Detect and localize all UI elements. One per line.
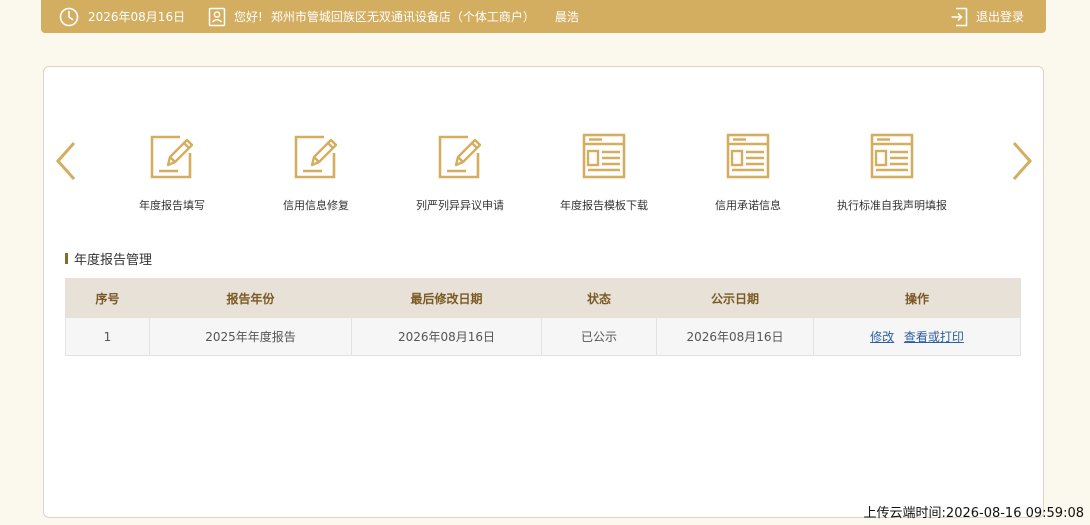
menu-item-annual-report[interactable]: 年度报告填写: [97, 133, 247, 215]
menu-item-label: 列严列异异议申请: [416, 199, 504, 212]
menu-item-credit-repair[interactable]: 信用信息修复: [241, 133, 391, 215]
menu-item-credit-commitment[interactable]: 信用承诺信息: [673, 133, 823, 215]
column-header: 状态: [541, 278, 657, 318]
edit-icon: [438, 135, 482, 179]
chevron-right-icon: [1012, 142, 1033, 180]
column-header: 公示日期: [656, 278, 814, 318]
column-header: 序号: [65, 278, 150, 318]
chevron-left-icon: [55, 142, 76, 180]
logout-icon: [950, 7, 968, 27]
form-icon: [582, 133, 626, 179]
modify-link[interactable]: 修改: [870, 330, 894, 344]
annual-report-table: 序号 报告年份 最后修改日期 状态 公示日期 操作 1 2025年年度报告 20…: [65, 278, 1021, 356]
cell-modified-date: 2026年08月16日: [351, 317, 542, 356]
section-marker: [65, 252, 68, 264]
menu-item-label: 信用信息修复: [283, 199, 349, 212]
company-name: 郑州市管城回族区无双通讯设备店（个体工商户）: [270, 10, 535, 24]
main-panel: 年度报告填写 信用信息修复 列严列异异议申请 年度报告模板下载 信用承诺信息 执…: [43, 66, 1044, 518]
section-title-text: 年度报告管理: [74, 252, 153, 268]
menu-item-label: 年度报告填写: [139, 199, 205, 212]
menu-item-label: 执行标准自我声明填报: [837, 199, 947, 212]
user-info: 您好! 郑州市管城回族区无双通讯设备店（个体工商户） 晨浩: [208, 0, 579, 33]
upload-time-label: 上传云端时间:2026-08-16 09:59:08: [863, 506, 1084, 521]
menu-item-objection-apply[interactable]: 列严列异异议申请: [385, 133, 535, 215]
user-name: 晨浩: [554, 10, 579, 24]
greeting-text: 您好!: [234, 10, 263, 24]
menu-item-label: 年度报告模板下载: [560, 199, 648, 212]
view-print-link[interactable]: 查看或打印: [904, 330, 964, 344]
carousel-next-button[interactable]: [1008, 140, 1036, 182]
clock-icon: [59, 7, 79, 27]
cell-report-year: 2025年年度报告: [149, 317, 352, 356]
date-display: 2026年08月16日: [59, 0, 185, 33]
table-row: 1 2025年年度报告 2026年08月16日 已公示 2026年08月16日 …: [65, 317, 1021, 356]
user-card-icon: [208, 7, 226, 27]
section-title: 年度报告管理: [65, 249, 153, 268]
current-date: 2026年08月16日: [88, 10, 186, 24]
form-icon: [726, 133, 770, 179]
column-header: 最后修改日期: [351, 278, 542, 318]
menu-item-standard-declaration[interactable]: 执行标准自我声明填报: [817, 133, 967, 215]
column-header: 操作: [813, 278, 1021, 318]
carousel-prev-button[interactable]: [52, 140, 80, 182]
column-header: 报告年份: [149, 278, 352, 318]
edit-icon: [150, 135, 194, 179]
menu-item-label: 信用承诺信息: [715, 199, 781, 212]
menu-item-template-download[interactable]: 年度报告模板下载: [529, 133, 679, 215]
logout-label: 退出登录: [975, 10, 1024, 24]
cell-publish-date: 2026年08月16日: [656, 317, 814, 356]
logout-button[interactable]: 退出登录: [950, 0, 1024, 33]
table-header-row: 序号 报告年份 最后修改日期 状态 公示日期 操作: [65, 278, 1021, 318]
form-icon: [870, 133, 914, 179]
edit-icon: [294, 135, 338, 179]
cell-status: 已公示: [541, 317, 657, 356]
cell-actions: 修改 查看或打印: [813, 317, 1021, 356]
cell-index: 1: [65, 317, 150, 356]
top-bar: 2026年08月16日 您好! 郑州市管城回族区无双通讯设备店（个体工商户） 晨…: [41, 0, 1046, 33]
